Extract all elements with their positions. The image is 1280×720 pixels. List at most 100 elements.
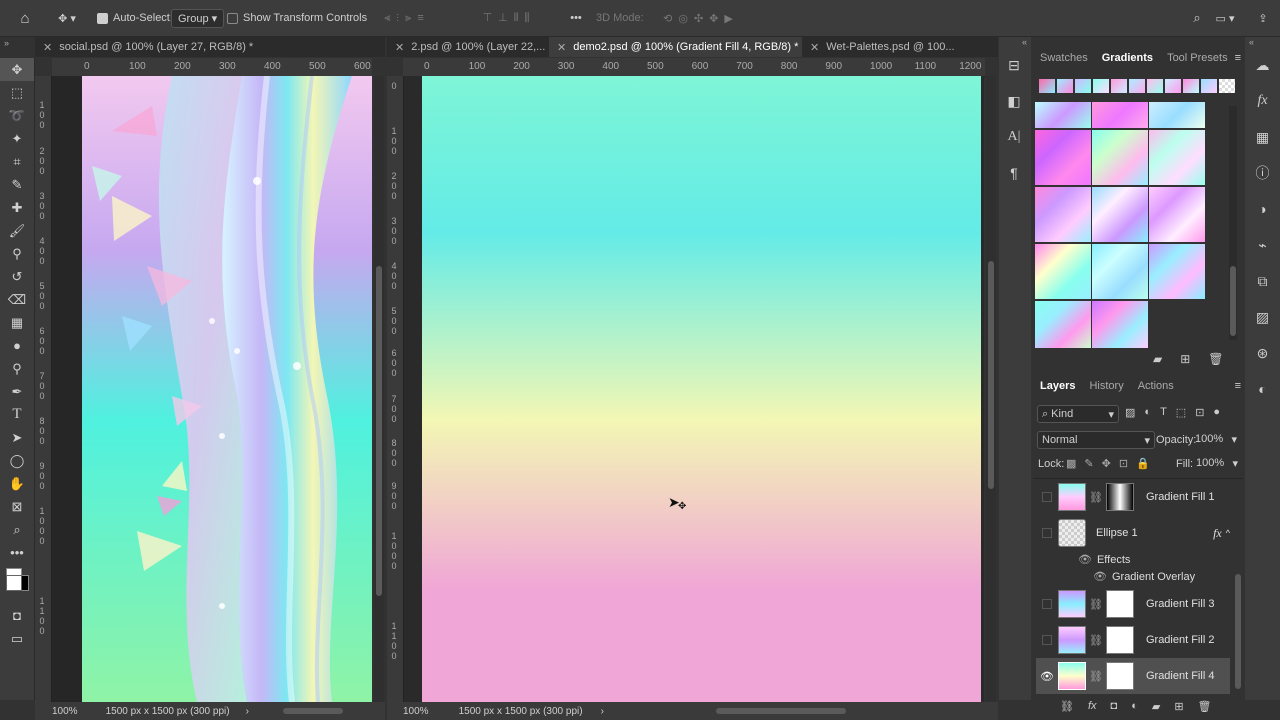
brush-tool-icon[interactable]: 🖌 xyxy=(0,219,34,242)
tab-demo2-psd[interactable]: ✕ demo2.psd @ 100% (Gradient Fill 4, RGB… xyxy=(549,37,802,57)
add-mask-icon[interactable]: ◘ xyxy=(1111,700,1118,714)
new-group-icon[interactable]: ▰ xyxy=(1153,352,1162,366)
gradient-swatch[interactable] xyxy=(1035,102,1091,128)
align-buttons[interactable]: ⫷⫶⫸≡ xyxy=(362,8,452,28)
crop-tool-icon[interactable]: ⌗ xyxy=(0,150,34,173)
frame-tool-icon[interactable]: ⊠ xyxy=(0,495,34,518)
filter-kind-dropdown[interactable]: ⌕ Kind ▾ xyxy=(1037,405,1119,423)
eyedropper-tool-icon[interactable]: ✎ xyxy=(0,173,34,196)
fx-icon[interactable]: fx xyxy=(1088,700,1097,714)
move-tool-icon[interactable]: ✥ xyxy=(0,58,34,81)
document-info[interactable]: 1500 px x 1500 px (300 ppi) xyxy=(106,706,230,717)
fx-icon[interactable]: fx xyxy=(1213,526,1222,541)
smart-object-filter-icon[interactable]: ⊡ xyxy=(1195,406,1204,419)
close-icon[interactable]: ✕ xyxy=(810,41,819,54)
ellipse-tool-icon[interactable]: ◯ xyxy=(0,449,34,472)
blur-tool-icon[interactable]: ● xyxy=(0,334,34,357)
eye-icon[interactable]: 👁 xyxy=(1036,670,1058,683)
adjustment-layer-icon[interactable]: ◐ xyxy=(1131,700,1138,714)
layer-row-ellipse-1[interactable]: Ellipse 1 fx ^ xyxy=(1036,515,1230,551)
tab-wet-palettes-psd[interactable]: ✕ Wet-Palettes.psd @ 100... xyxy=(802,37,978,57)
history-brush-tool-icon[interactable]: ↺ xyxy=(0,265,34,288)
quick-mask-icon[interactable]: ◘ xyxy=(0,604,34,627)
lock-transparent-icon[interactable]: ▩ xyxy=(1066,457,1076,470)
link-layers-icon[interactable]: ⛓ xyxy=(1060,700,1074,714)
magic-wand-tool-icon[interactable]: ✦ xyxy=(0,127,34,150)
home-icon[interactable]: ⌂ xyxy=(14,8,36,28)
eye-icon[interactable]: 👁 xyxy=(1093,570,1107,583)
adjustments-icon[interactable]: ◐ xyxy=(1245,371,1280,407)
document-info[interactable]: 1500 px x 1500 px (300 ppi) xyxy=(459,706,583,717)
patterns-icon[interactable]: ▨ xyxy=(1245,299,1280,335)
path-selection-tool-icon[interactable]: ➤ xyxy=(0,426,34,449)
tab-swatches[interactable]: Swatches xyxy=(1033,52,1095,64)
gradient-swatch[interactable] xyxy=(1092,244,1148,299)
visibility-toggle[interactable] xyxy=(1036,599,1058,609)
tab-layers[interactable]: Layers xyxy=(1033,380,1082,392)
share-icon[interactable]: ⇪ xyxy=(1254,8,1272,28)
layers-scrollbar[interactable] xyxy=(1235,574,1241,689)
gradient-swatch[interactable] xyxy=(1035,187,1091,242)
more-options-icon[interactable]: ••• xyxy=(567,8,585,28)
character-icon[interactable]: A| xyxy=(999,119,1029,155)
pen-tool-icon[interactable]: ✒ xyxy=(0,380,34,403)
layer-row-gradient-fill-3[interactable]: ⛓ Gradient Fill 3 xyxy=(1036,586,1230,622)
workspace-icon[interactable]: ▭ ▾ xyxy=(1214,8,1236,28)
left-vertical-scrollbar[interactable] xyxy=(374,76,384,702)
collapse-panels-icon[interactable]: « xyxy=(999,37,1031,47)
distribute-buttons[interactable]: ⊤⊥⫴⫼ xyxy=(464,8,554,28)
pixel-filter-icon[interactable]: ▨ xyxy=(1125,406,1135,419)
info-icon[interactable]: ⓘ xyxy=(1245,155,1280,191)
gradient-overlay-effect-row[interactable]: 👁 Gradient Overlay xyxy=(1093,570,1195,584)
main-vertical-scrollbar[interactable] xyxy=(986,76,996,702)
layer-row-gradient-fill-2[interactable]: ⛓ Gradient Fill 2 xyxy=(1036,622,1230,658)
collapse-toolbar-icon[interactable]: » xyxy=(4,38,9,48)
navigator-icon[interactable]: ⊛ xyxy=(1245,335,1280,371)
main-horizontal-scrollbar[interactable] xyxy=(715,708,846,714)
gradient-swatch[interactable] xyxy=(1092,187,1148,242)
panel-menu-icon[interactable]: ≡ xyxy=(1235,380,1241,392)
left-horizontal-scrollbar[interactable] xyxy=(282,708,343,714)
healing-brush-tool-icon[interactable]: ✚ xyxy=(0,196,34,219)
tab-tool-presets[interactable]: Tool Presets xyxy=(1160,52,1235,64)
lock-position-icon[interactable]: ✥ xyxy=(1102,457,1111,470)
gradient-swatch[interactable] xyxy=(1035,130,1091,185)
gradient-presets-row[interactable] xyxy=(1039,79,1235,93)
close-icon[interactable]: ✕ xyxy=(557,41,566,54)
3d-mode-buttons[interactable]: ⟲◎✣✥▶ xyxy=(646,8,756,28)
new-gradient-icon[interactable]: ⊞ xyxy=(1180,352,1190,366)
auto-select-dropdown[interactable]: Group ▾ xyxy=(171,8,225,28)
move-tool-preset-button[interactable]: ✥ ▾ xyxy=(52,8,82,28)
paths-icon[interactable]: ⌁ xyxy=(1245,227,1280,263)
gradient-swatch[interactable] xyxy=(1092,130,1148,185)
visibility-toggle[interactable] xyxy=(1036,528,1058,538)
new-layer-icon[interactable]: ⊞ xyxy=(1174,700,1183,714)
clone-stamp-tool-icon[interactable]: ⚲ xyxy=(0,242,34,265)
fill-field[interactable]: 100% ▾ xyxy=(1196,455,1238,471)
gradient-fill-canvas[interactable] xyxy=(422,76,981,702)
delete-icon[interactable]: 🗑 xyxy=(1208,352,1223,366)
new-group-icon[interactable]: ▰ xyxy=(1152,700,1160,714)
delete-icon[interactable]: 🗑 xyxy=(1198,700,1212,714)
show-transform-controls-checkbox[interactable]: Show Transform Controls xyxy=(227,8,367,28)
gradient-swatch[interactable] xyxy=(1149,102,1205,128)
tab-gradients[interactable]: Gradients xyxy=(1095,52,1160,64)
gradient-tool-icon[interactable]: ▦ xyxy=(0,311,34,334)
zoom-tool-icon[interactable]: ⌕ xyxy=(0,518,34,541)
collapse-panels-icon[interactable]: « xyxy=(1245,37,1280,47)
screen-mode-icon[interactable]: ▭ xyxy=(0,627,34,650)
close-icon[interactable]: ✕ xyxy=(43,41,52,54)
type-tool-icon[interactable]: T xyxy=(0,403,34,426)
search-icon[interactable]: ⌕ xyxy=(1188,8,1206,28)
tab-actions[interactable]: Actions xyxy=(1131,380,1181,392)
properties-icon[interactable]: ⊟ xyxy=(999,47,1029,83)
chevron-right-icon[interactable]: › xyxy=(246,706,249,717)
lock-pixels-icon[interactable]: ✎ xyxy=(1084,457,1093,470)
gradients-scrollbar[interactable] xyxy=(1229,106,1237,340)
visibility-toggle[interactable] xyxy=(1036,635,1058,645)
3d-icon[interactable]: ⧉ xyxy=(1245,263,1280,299)
paragraph-icon[interactable]: ¶ xyxy=(999,155,1029,191)
layer-row-gradient-fill-4[interactable]: 👁 ⛓ Gradient Fill 4 xyxy=(1036,658,1230,694)
dodge-tool-icon[interactable]: ⚲ xyxy=(0,357,34,380)
color-icon[interactable]: ◑ xyxy=(1245,191,1280,227)
